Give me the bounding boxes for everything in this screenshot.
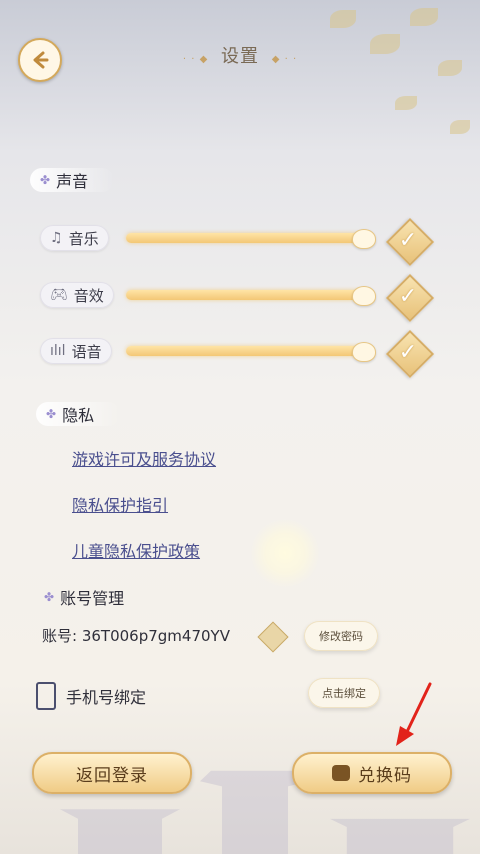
voice-volume-slider[interactable] [126,346,370,356]
leaf-decoration [410,8,438,26]
flower-icon: ✤ [40,173,51,187]
glow-flower-decoration [250,518,320,588]
account-id-row: 账号: 36T006p7gm470YV [42,625,230,646]
sfx-label: 音效 [73,286,104,305]
change-password-button[interactable]: 修改密码 [304,621,378,651]
account-id-value: 36T006p7gm470YV [81,627,230,645]
music-toggle[interactable]: ✓ [385,217,435,267]
child-privacy-policy-link[interactable]: 儿童隐私保护政策 [72,538,200,562]
phone-bind-label: 手机号绑定 [66,688,147,707]
music-label-pill: ♫ 音乐 [40,225,109,251]
checkmark-icon: ✓ [398,227,418,253]
copy-icon[interactable] [257,621,289,653]
section-privacy: ✤ 隐私 [36,402,121,426]
section-account-label: 账号管理 [60,589,125,608]
section-privacy-label: 隐私 [62,406,95,425]
gift-pot-icon [332,765,350,781]
sfx-label-pill: 🎮︎ 音效 [40,282,114,308]
checkmark-icon: ✓ [398,339,418,365]
music-slider-knob[interactable] [352,229,376,249]
ornament-icon: · · ◆ [182,54,209,65]
music-volume-slider[interactable] [126,233,370,243]
return-login-button[interactable]: 返回登录 [32,752,192,794]
phone-icon [36,682,56,710]
pagoda-decoration [60,809,180,854]
voice-toggle[interactable]: ✓ [385,329,435,379]
annotation-arrow-icon [396,682,432,746]
page-title-row: · · ◆ 设置 ◆ · · [0,42,480,68]
voice-label-pill: ılıl 语音 [40,338,112,364]
sfx-volume-slider[interactable] [126,290,370,300]
return-login-label: 返回登录 [76,765,148,786]
leaf-decoration [395,96,417,110]
music-note-icon: ♫ [50,230,63,246]
voice-slider-knob[interactable] [352,342,376,362]
bind-phone-button[interactable]: 点击绑定 [308,678,380,708]
sfx-toggle[interactable]: ✓ [385,273,435,323]
flower-icon: ✤ [44,590,55,604]
privacy-guide-link[interactable]: 隐私保护指引 [72,492,168,516]
voice-label: 语音 [71,342,102,361]
redeem-code-label: 兑换码 [358,765,412,786]
page-title: 设置 [221,46,259,67]
section-sound: ✤ 声音 [30,168,115,192]
music-label: 音乐 [68,229,99,248]
redeem-code-button[interactable]: 兑换码 [292,752,452,794]
ornament-icon: ◆ · · [271,54,298,65]
terms-of-service-link[interactable]: 游戏许可及服务协议 [72,446,216,470]
section-account: ✤ 账号管理 [44,585,124,609]
checkmark-icon: ✓ [398,283,418,309]
leaf-decoration [330,10,356,28]
account-id-label: 账号: [42,627,78,645]
section-sound-label: 声音 [56,172,89,191]
leaf-decoration [450,120,470,134]
gamepad-icon: 🎮︎ [50,287,68,303]
pagoda-decoration [330,818,470,854]
sfx-slider-knob[interactable] [352,286,376,306]
voice-wave-icon: ılıl [50,343,66,359]
flower-icon: ✤ [46,407,57,421]
